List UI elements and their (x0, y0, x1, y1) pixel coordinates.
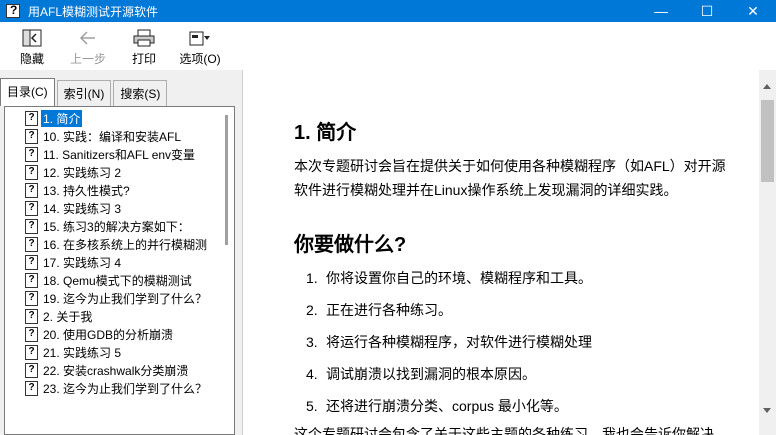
help-page-icon: ? (25, 218, 38, 234)
help-page-icon: ? (25, 110, 38, 126)
list-item: 3. 将运行各种模糊程序，对软件进行模糊处理 (306, 334, 592, 350)
content-pane: 1. 简介 本次专题研讨会旨在提供关于如何使用各种模糊程序（如AFL）对开源软件… (244, 70, 759, 435)
page-title: 1. 简介 (294, 122, 357, 144)
options-label: 选项(O) (179, 52, 221, 66)
tab-search[interactable]: 搜索(S) (113, 80, 168, 106)
tree-item[interactable]: ? 22. 安装crashwalk分类崩溃 (25, 361, 190, 379)
scroll-thumb[interactable] (761, 100, 774, 182)
tree-item[interactable]: ? 10. 实践：编译和安装AFL (25, 127, 183, 145)
minimize-button[interactable]: — (638, 0, 684, 22)
tree-scrollbar[interactable] (217, 107, 234, 434)
options-icon (189, 28, 211, 48)
outro-paragraph: 这个专题研讨会包含了关于这些主题的各种练习，我也会告诉你解决 (294, 426, 714, 435)
help-page-icon: ? (25, 326, 38, 342)
help-page-icon: ? (25, 290, 38, 306)
tree-item[interactable]: ? 18. Qemu模式下的模糊测试 (25, 271, 194, 289)
help-page-icon: ? (25, 254, 38, 270)
printer-icon (133, 28, 155, 48)
help-page-icon: ? (25, 380, 38, 396)
tree-scroll-thumb[interactable] (225, 115, 228, 245)
back-label: 上一步 (69, 52, 106, 66)
scroll-down-icon[interactable] (763, 408, 771, 413)
help-page-icon: ? (25, 272, 38, 288)
tree-item[interactable]: ? 19. 迄今为止我们学到了什么？ (25, 289, 209, 307)
navigation-pane: 目录(C) 索引(N) 搜索(S) ? 1. 简介 ? 10. 实践：编译和安装AF… (0, 70, 243, 435)
help-page-icon: ? (25, 146, 38, 162)
help-page-icon: ? (25, 128, 38, 144)
tree-item[interactable]: ? 17. 实践练习 4 (25, 253, 123, 271)
help-page-icon: ? (25, 308, 38, 324)
help-page-icon: ? (25, 164, 38, 180)
tree-item[interactable]: ? 11. Sanitizers和AFL env变量 (25, 145, 197, 163)
intro-paragraph: 本次专题研讨会旨在提供关于如何使用各种模糊程序（如AFL）对开源软件进行模糊处理… (294, 158, 726, 198)
help-page-icon: ? (25, 362, 38, 378)
section-heading: 你要做什么? (294, 234, 407, 256)
hide-button[interactable]: 隐藏 (4, 22, 60, 70)
hide-label: 隐藏 (19, 52, 44, 66)
list-item: 5. 还将进行崩溃分类、corpus 最小化等。 (306, 398, 568, 414)
nav-tabs: 目录(C) 索引(N) 搜索(S) (0, 78, 169, 106)
back-arrow-icon (77, 28, 99, 48)
help-page-icon: ? (25, 236, 38, 252)
tree-item[interactable]: ? 13. 持久性模式? (25, 181, 132, 199)
tab-contents[interactable]: 目录(C) (0, 78, 55, 106)
print-button[interactable]: 打印 (116, 22, 172, 70)
tree-item[interactable]: ? 12. 实践练习 2 (25, 163, 123, 181)
list-item: 1. 你将设置你自己的环境、模糊程序和工具。 (306, 270, 592, 286)
window-controls: — ☐ ✕ (638, 0, 776, 22)
contents-tree[interactable]: ? 1. 简介 ? 10. 实践：编译和安装AFL ? 11. Sanitizers和… (4, 106, 235, 435)
title-bar: 用AFL模糊测试开源软件 — ☐ ✕ (0, 0, 776, 22)
tree-item[interactable]: ? 2. 关于我 (25, 307, 94, 325)
tree-item[interactable]: ? 1. 简介 (25, 109, 83, 127)
help-page-icon: ? (25, 200, 38, 216)
help-page-icon: ? (25, 182, 38, 198)
help-page-icon: ? (25, 344, 38, 360)
tab-index[interactable]: 索引(N) (56, 80, 112, 106)
tree-item[interactable]: ? 20. 使用GDB的分析崩溃 (25, 325, 175, 343)
tree-item[interactable]: ? 15. 练习3的解决方案如下： (25, 217, 192, 235)
list-item: 2. 正在进行各种练习。 (306, 302, 452, 318)
tree-item[interactable]: ? 14. 实践练习 3 (25, 199, 123, 217)
window-title: 用AFL模糊测试开源软件 (28, 4, 159, 19)
help-app-icon (6, 3, 20, 18)
options-button[interactable]: 选项(O) (172, 22, 228, 70)
tree-item[interactable]: ? 21. 实践练习 5 (25, 343, 123, 361)
scroll-up-icon[interactable] (763, 84, 771, 89)
print-label: 打印 (131, 52, 156, 66)
tree-item[interactable]: ? 16. 在多核系统上的并行模糊测 (25, 235, 209, 253)
tree-item[interactable]: ? 23. 迄今为止我们学到了什么？ (25, 379, 209, 397)
toolbar: 隐藏 上一步 打印 选项(O) (0, 22, 776, 70)
maximize-button[interactable]: ☐ (684, 0, 730, 22)
close-button[interactable]: ✕ (730, 0, 776, 22)
back-button[interactable]: 上一步 (60, 22, 116, 70)
hide-pane-icon (21, 28, 43, 48)
content-scrollbar[interactable] (759, 70, 776, 435)
list-item: 4. 调试崩溃以找到漏洞的根本原因。 (306, 366, 536, 382)
